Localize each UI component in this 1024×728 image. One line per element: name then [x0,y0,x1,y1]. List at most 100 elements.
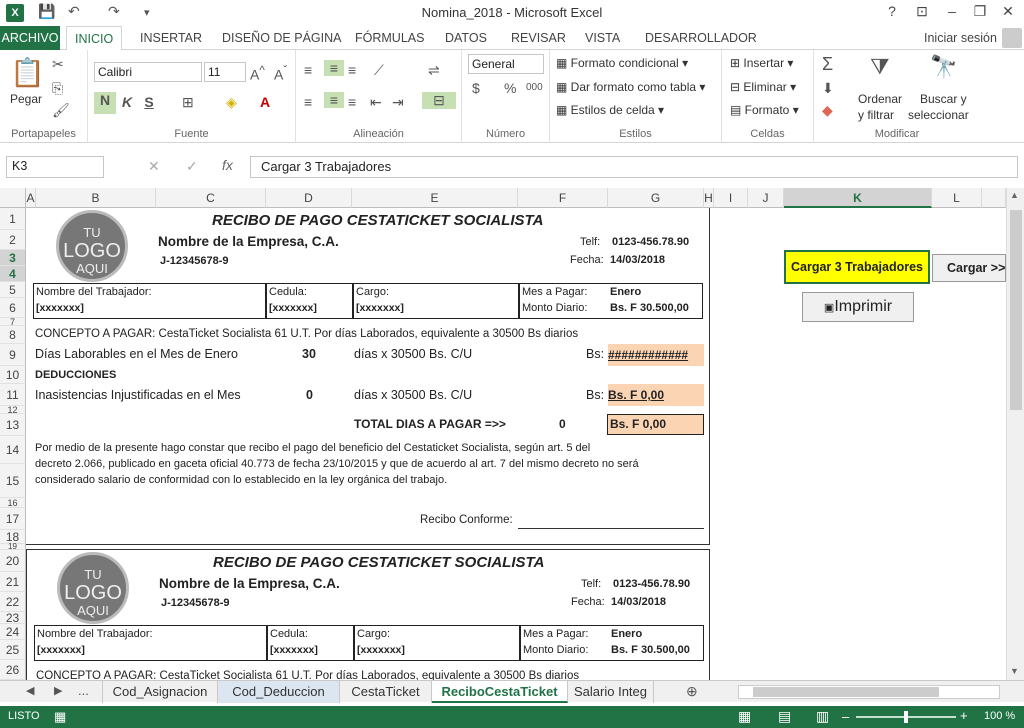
fill-icon[interactable]: ⬇ [822,80,834,97]
align-left-icon[interactable]: ≡ [304,94,312,110]
conditional-format-button[interactable]: ▦ Formato condicional ▾ [556,56,688,70]
paste-button[interactable]: Pegar [10,92,42,106]
more-sheets-button[interactable]: ... [78,683,89,698]
row-header[interactable]: 5 [0,282,26,298]
col-header-g[interactable]: G [608,188,704,208]
cancel-formula-icon[interactable]: ✕ [148,158,160,175]
percent-button[interactable]: % [504,80,516,96]
col-header-b[interactable]: B [36,188,156,208]
scroll-thumb[interactable] [1010,210,1022,410]
row-header[interactable]: 7 [0,318,26,327]
tab-revisar[interactable]: REVISAR [503,26,574,50]
sheet-tab-cod-asignacion[interactable]: Cod_Asignacion [102,681,218,703]
row-header[interactable]: 17 [0,508,26,530]
italic-button[interactable]: K [118,94,136,110]
find-select-sub[interactable]: seleccionar [908,108,969,122]
delete-cells-button[interactable]: ⊟ Eliminar ▾ [730,80,796,94]
close-button[interactable]: ✕ [996,3,1020,20]
zoom-slider-thumb[interactable] [904,711,908,723]
row-header[interactable]: 26 [0,660,26,680]
orientation-icon[interactable]: ⟋ [374,62,384,79]
name-box[interactable]: K3 [6,156,104,178]
avatar[interactable] [1002,28,1022,48]
hscroll-thumb[interactable] [753,687,939,697]
paste-icon[interactable]: 📋 [10,56,45,92]
font-size-select[interactable]: 11 [204,62,246,82]
col-header-h[interactable]: H [704,188,714,208]
page-break-icon[interactable]: ▥ [816,708,829,725]
formula-input[interactable]: Cargar 3 Trabajadores [250,156,1018,178]
wrap-text-icon[interactable]: ⇌ [428,62,440,79]
merge-center-icon[interactable]: ⊟ [422,92,456,109]
row-header[interactable]: 1 [0,208,26,230]
row-header[interactable]: 13 [0,414,26,436]
row-header[interactable]: 12 [0,406,26,415]
add-sheet-icon[interactable]: ⊕ [686,683,698,700]
normal-view-icon[interactable]: ▦ [738,708,751,725]
borders-icon[interactable]: ⊞ [182,94,194,111]
autosum-icon[interactable]: Σ [822,54,833,75]
row-header[interactable]: 15 [0,464,26,498]
col-header-l[interactable]: L [932,188,982,208]
insert-cells-button[interactable]: ⊞ Insertar ▾ [730,56,793,70]
thousands-button[interactable]: 000 [526,82,543,93]
format-as-table-button[interactable]: ▦ Dar formato como tabla ▾ [556,80,705,94]
help-button[interactable]: ? [880,3,904,19]
col-header-e[interactable]: E [352,188,518,208]
tab-formulas[interactable]: FÓRMULAS [347,26,432,50]
grow-font-icon[interactable]: A^ [250,64,265,83]
col-header-f[interactable]: F [518,188,608,208]
sheet-tab-cod-deduccion[interactable]: Cod_Deduccion [218,681,340,703]
font-name-select[interactable]: Calibri [94,62,202,82]
zoom-in-icon[interactable]: + [960,708,968,723]
row-header[interactable]: 11 [0,384,26,406]
align-right-icon[interactable]: ≡ [348,94,356,110]
align-top-icon[interactable]: ≡ [304,62,312,78]
tab-archivo[interactable]: ARCHIVO [0,26,60,50]
number-format-select[interactable]: General [468,54,544,74]
row-header[interactable]: 8 [0,326,26,344]
align-bottom-icon[interactable]: ≡ [348,62,356,78]
sign-in-link[interactable]: Iniciar sesión [916,26,1005,50]
format-painter-icon[interactable]: 🖌 [52,102,70,119]
row-header[interactable]: 10 [0,366,26,384]
find-binoculars-icon[interactable]: 🔭 [930,54,957,80]
col-header-j[interactable]: J [748,188,784,208]
sort-filter-button[interactable]: Ordenar [858,92,902,106]
vertical-scrollbar[interactable]: ▲ ▼ [1006,188,1024,680]
print-button[interactable]: ▣Imprimir [802,292,914,322]
row-header[interactable]: 4 [0,266,26,282]
col-header-m[interactable] [982,188,1006,208]
tab-desarrollador[interactable]: DESARROLLADOR [637,26,765,50]
sort-filter-icon[interactable]: ⧩ [870,54,890,80]
tab-vista[interactable]: VISTA [577,26,628,50]
minimize-button[interactable]: – [940,3,964,19]
row-header[interactable]: 23 [0,612,26,624]
row-header[interactable]: 2 [0,230,26,250]
zoom-slider[interactable] [856,711,956,723]
ribbon-options-icon[interactable]: ⊡ [910,3,934,20]
cut-icon[interactable]: ✂ [52,56,64,73]
row-header[interactable]: 22 [0,592,26,612]
load-more-button[interactable]: Cargar >> [932,254,1006,282]
page-layout-icon[interactable]: ▤ [778,708,791,725]
row-header[interactable]: 9 [0,344,26,366]
format-cells-button[interactable]: ▤ Formato ▾ [730,103,799,117]
col-header-i[interactable]: I [714,188,748,208]
increase-indent-icon[interactable]: ⇥ [392,94,404,111]
macro-record-icon[interactable]: ▦ [54,709,66,725]
row-header[interactable]: 21 [0,572,26,592]
tab-datos[interactable]: DATOS [437,26,495,50]
row-header[interactable]: 6 [0,298,26,318]
col-header-k[interactable]: K [784,188,932,208]
col-header-c[interactable]: C [156,188,266,208]
sheet-tab-cestaticket[interactable]: CestaTicket [340,681,432,703]
row-header[interactable]: 25 [0,640,26,660]
row-header[interactable]: 20 [0,550,26,572]
horizontal-scrollbar[interactable] [738,685,1000,699]
align-center-icon[interactable]: ≡ [324,92,344,108]
cell-styles-button[interactable]: ▦ Estilos de celda ▾ [556,103,664,117]
zoom-out-icon[interactable]: – [842,709,849,724]
fill-color-icon[interactable]: ◈ [226,94,237,111]
row-header[interactable]: 24 [0,624,26,640]
